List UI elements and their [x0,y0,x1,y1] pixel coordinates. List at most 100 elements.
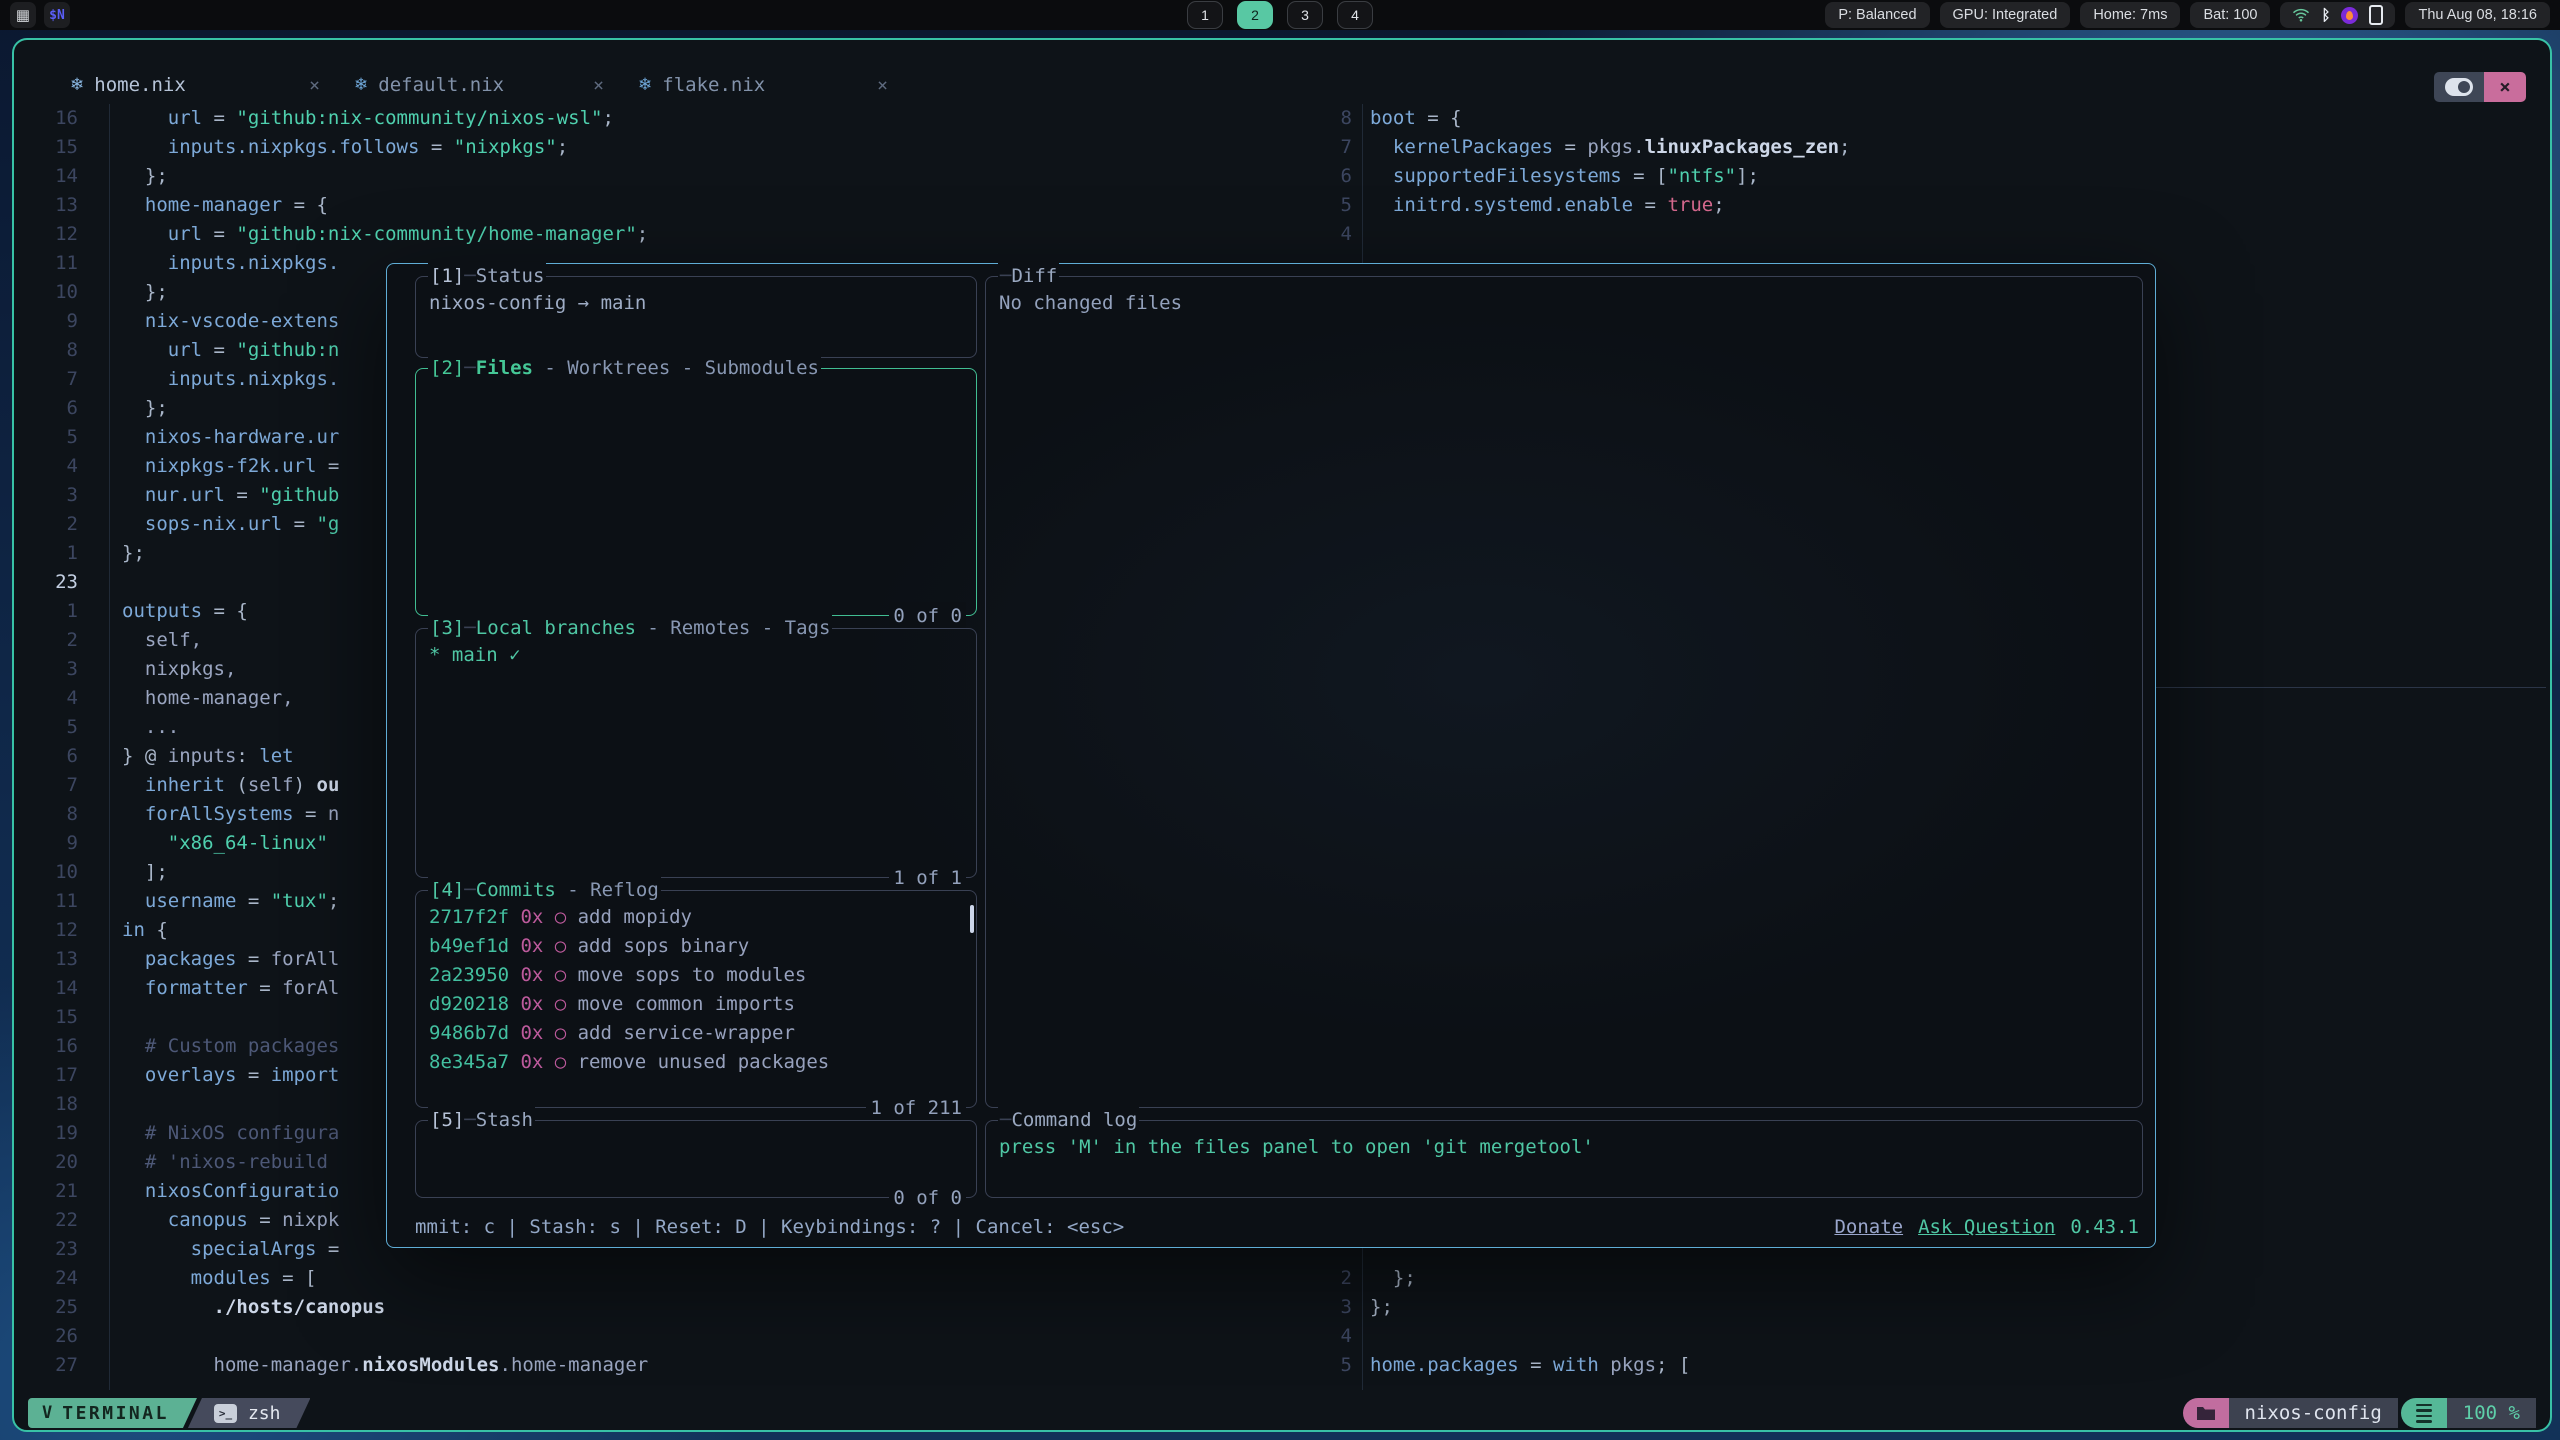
line-number: 21 [14,1177,78,1206]
top-bar: ▦ $N 1234 P: Balanced GPU: Integrated Home… [0,0,2560,30]
lazygit-files-panel[interactable]: [2]─Files - Worktrees - Submodules 0 of … [415,368,977,616]
commit-row[interactable]: 2717f2f0x○add mopidy [429,903,963,932]
commit-message: move sops to modules [578,961,807,990]
status-pill-3[interactable]: Bat: 100 [2190,2,2270,28]
status-bar-right: nixos-config 100 % [2183,1398,2536,1428]
code-text: inputs.nixpkgs.follows = "nixpkgs"; [122,133,568,162]
toggle-switch[interactable] [2434,72,2484,102]
line-number: 25 [14,1293,78,1322]
status-bar-left: V TERMINAL >_ zsh [28,1398,310,1428]
vim-mode-icon: V [42,1403,52,1423]
commit-row[interactable]: 9486b7d0x○add service-wrapper [429,1019,963,1048]
lazygit-command-log-panel[interactable]: ─Command log press 'M' in the files pane… [985,1120,2143,1198]
wifi-icon [2292,6,2310,24]
commit-row[interactable]: d9202180x○move common imports [429,990,963,1019]
code-text: in { [122,916,168,945]
scroll-position: 100 % [2447,1398,2536,1428]
status-pill-2[interactable]: Home: 7ms [2080,2,2180,28]
code-line: 24 modules = [ [14,1264,1304,1293]
line-number: 16 [14,1032,78,1061]
files-count: 0 of 0 [889,602,966,630]
code-text: nixos-hardware.ur [122,423,339,452]
line-number: 18 [14,1090,78,1119]
lazygit-commits-panel[interactable]: [4]─Commits - Reflog 2717f2f0x○add mopid… [415,890,977,1108]
tab-flake.nix[interactable]: ❄flake.nix× [638,74,888,96]
lazygit-stash-panel[interactable]: [5]─Stash 0 of 0 [415,1120,977,1198]
tab-close-button[interactable]: × [877,75,888,96]
workspace-button-4[interactable]: 4 [1337,1,1373,29]
lazygit-branches-panel[interactable]: [3]─Local branches - Remotes - Tags * ma… [415,628,977,878]
launcher-button[interactable]: ▦ [10,2,36,28]
commit-list: 2717f2f0x○add mopidyb49ef1d0x○add sops b… [416,891,976,1089]
close-icon: × [2499,76,2510,98]
nix-badge-button[interactable]: $N [44,2,70,28]
code-line: 26 [14,1322,1304,1351]
branch-row[interactable]: * main ✓ [429,641,963,670]
tab-home.nix[interactable]: ❄home.nix× [70,74,320,96]
phone-icon [2369,5,2383,25]
ask-question-link[interactable]: Ask Question [1918,1213,2055,1242]
panel-title: [3]─Local branches - Remotes - Tags [428,614,832,642]
tab-close-button[interactable]: × [593,75,604,96]
line-number: 11 [14,249,78,278]
tab-label: home.nix [94,74,186,96]
status-pill-1[interactable]: GPU: Integrated [1940,2,2071,28]
commits-scrollbar[interactable] [970,905,974,933]
line-number: 7 [14,771,78,800]
panel-name: Commits [476,876,556,904]
editor-right-pane-top[interactable]: 8boot = {7 kernelPackages = pkgs.linuxPa… [1308,104,2546,249]
code-text: }; [122,162,168,191]
code-text: # Custom packages [122,1032,339,1061]
commit-message: add sops binary [578,932,750,961]
line-number: 2 [1308,1264,1352,1293]
commit-flag: 0x [520,903,543,932]
code-text: home.packages = with pkgs; [ [1370,1351,1690,1380]
shell-tab[interactable]: >_ zsh [188,1398,311,1428]
commit-row[interactable]: 2a239500x○move sops to modules [429,961,963,990]
code-text: }; [1370,1264,1416,1293]
lazygit-diff-panel[interactable]: ─Diff No changed files [985,276,2143,1108]
code-line: 4 [1308,220,2546,249]
panel-title: [1]─Status [428,262,546,290]
code-line: 5 initrd.systemd.enable = true; [1308,191,2546,220]
panel-key: [1] [430,262,464,290]
commit-row[interactable]: 8e345a70x○remove unused packages [429,1048,963,1077]
donate-link[interactable]: Donate [1834,1213,1903,1242]
code-line: 14 }; [14,162,1304,191]
branches-count: 1 of 1 [889,864,966,892]
code-text: username = "tux"; [122,887,339,916]
clock: Thu Aug 08, 18:16 [2405,2,2550,28]
commit-graph-node-icon: ○ [555,932,566,961]
line-number: 1 [14,597,78,626]
line-number: 23 [14,1235,78,1264]
tab-label: default.nix [378,74,504,96]
commit-graph-node-icon: ○ [555,961,566,990]
commits-count: 1 of 211 [866,1094,966,1122]
title-dash: ─ [1000,1106,1011,1134]
panel-key: [5] [430,1106,464,1134]
workspace-button-1[interactable]: 1 [1187,1,1223,29]
workspace-button-2[interactable]: 2 [1237,1,1273,29]
code-line: 3}; [1308,1293,2546,1322]
panel-key: [3] [430,614,464,642]
line-number: 10 [14,278,78,307]
workspace-button-3[interactable]: 3 [1287,1,1323,29]
window-close-button[interactable]: × [2484,72,2526,102]
line-number: 15 [14,1003,78,1032]
line-number: 1 [14,539,78,568]
tab-default.nix[interactable]: ❄default.nix× [354,74,604,96]
commit-hash: 9486b7d [429,1019,509,1048]
lazygit-version: 0.43.1 [2070,1213,2139,1242]
commit-row[interactable]: b49ef1d0x○add sops binary [429,932,963,961]
status-pill-0[interactable]: P: Balanced [1825,2,1929,28]
tab-close-button[interactable]: × [309,75,320,96]
system-tray[interactable]: ᛒ [2280,2,2395,28]
title-dash: ─ [464,876,475,904]
code-text: forAllSystems = n [122,800,339,829]
scroll-label: 100 % [2463,1402,2520,1424]
editor-right-pane-bottom[interactable]: 2 };3};45home.packages = with pkgs; [ [1308,1264,2546,1380]
line-number: 23 [14,568,78,597]
line-number: 5 [1308,191,1352,220]
line-number: 5 [14,713,78,742]
lazygit-status-panel[interactable]: [1]─Status nixos-config → main [415,276,977,358]
